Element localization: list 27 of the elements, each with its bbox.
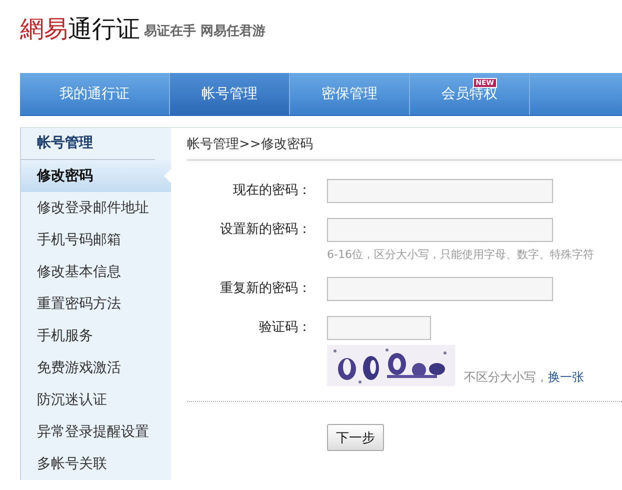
logo-brand: 網易 [20,15,68,43]
breadcrumb: 帐号管理>>修改密码 [187,128,622,161]
sidebar-item[interactable]: 手机服务 [21,320,171,352]
sidebar-item[interactable]: 修改基本信息 [21,256,171,288]
sidebar-item[interactable]: 重置密码方法 [21,288,171,320]
sidebar-item[interactable]: 防沉迷认证 [21,384,171,416]
next-button[interactable]: 下一步 [327,424,384,451]
nav-tab[interactable]: 帐号管理 [170,73,290,115]
password-field[interactable] [327,179,553,203]
field-label: 验证码： [258,319,311,337]
sidebar-item[interactable]: 免费游戏激活 [21,352,171,384]
password-field[interactable] [327,277,553,301]
field-hint: 6-16位，区分大小写，只能使用字母、数字、特殊字符 [327,247,595,262]
refresh-link[interactable]: 换一张 [548,369,584,386]
password-field[interactable] [327,218,553,242]
slogan: 易证在手 网易任君游 [144,23,266,41]
field-label: 重复新的密码： [219,280,311,298]
logo-product: 通行证 [68,15,140,43]
captcha-field[interactable] [327,316,431,340]
field-label: 现在的密码： [232,182,311,200]
sidebar-item[interactable]: 多帐号关联 [21,448,171,480]
field-label: 设置新的密码： [219,221,311,239]
sidebar-item[interactable]: 手机号码邮箱 [21,224,171,256]
sidebar-item[interactable]: 修改密码 [21,160,171,192]
sidebar-item[interactable]: 异常登录提醒设置 [21,416,171,448]
sidebar-item[interactable]: 修改登录邮件地址 [21,192,171,224]
captcha-hint: 不区分大小写， [464,369,548,386]
